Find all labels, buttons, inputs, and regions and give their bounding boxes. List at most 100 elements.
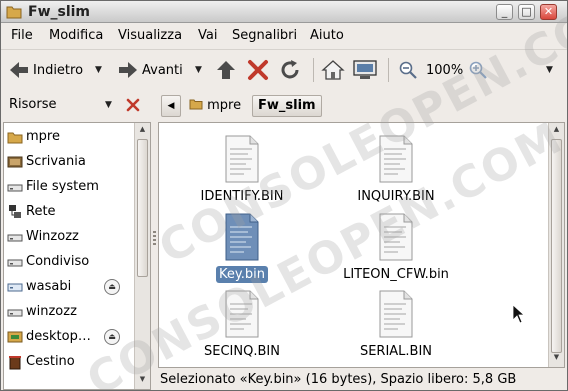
sidebar-item-mpre[interactable]: mpre	[4, 125, 134, 150]
trash-icon	[9, 356, 21, 370]
scroll-up-arrow-icon[interactable]: ▲	[549, 125, 564, 137]
drive-icon	[7, 309, 23, 317]
document-icon	[225, 135, 259, 183]
file-name: SERIAL.BIN	[359, 344, 433, 359]
reload-button[interactable]	[279, 56, 301, 84]
home-folder-icon	[189, 99, 203, 110]
sidebar-scrollbar[interactable]: ▲ ▼	[134, 123, 150, 389]
file-name: IDENTIFY.BIN	[200, 189, 284, 204]
sidebar-item-condiviso[interactable]: Condiviso	[4, 250, 134, 275]
document-icon	[379, 213, 413, 261]
toolbar-separator	[388, 58, 389, 82]
back-button[interactable]: Indietro	[8, 56, 83, 84]
back-history-dropdown[interactable]: ▼	[95, 56, 102, 84]
sidebar-item-scrivania[interactable]: Scrivania	[4, 150, 134, 175]
sidebar-item-cestino[interactable]: Cestino	[4, 350, 134, 375]
file-view-scrollbar[interactable]: ▲ ▼	[548, 123, 564, 367]
forward-history-dropdown[interactable]: ▼	[195, 56, 202, 84]
close-sidebar-icon[interactable]	[125, 97, 141, 113]
scroll-down-arrow-icon[interactable]: ▼	[549, 353, 564, 365]
document-icon	[379, 135, 413, 183]
path-scroll-left-button[interactable]: ◀	[161, 95, 181, 117]
eject-icon[interactable]: ⏏	[104, 329, 120, 345]
sidebar-item-winzozz[interactable]: Winzozz	[4, 225, 134, 250]
file-item[interactable]: LITEON_CFW.bin	[331, 213, 461, 287]
menubar: File Modifica Visualizza Vai Segnalibri …	[1, 24, 567, 48]
forward-label: Avanti	[142, 62, 183, 78]
back-arrow-icon	[10, 62, 28, 78]
window-title: Fw_slim	[28, 4, 91, 20]
file-view-scroll-thumb[interactable]	[551, 139, 562, 353]
file-item[interactable]: SERIAL.BIN	[331, 290, 461, 364]
sidebar-item-file-system[interactable]: File system	[4, 175, 134, 200]
sidebar-scroll-thumb[interactable]	[137, 139, 148, 277]
sidebar-item-wasabi[interactable]: wasabi ⏏	[4, 275, 134, 300]
toolbar-overflow-dropdown[interactable]: ▼	[546, 56, 553, 84]
status-bar: Selezionato «Key.bin» (16 bytes), Spazio…	[160, 372, 517, 387]
home-folder-icon	[7, 132, 23, 144]
document-icon	[225, 213, 259, 261]
network-icon	[9, 205, 21, 218]
media-icon	[7, 331, 23, 343]
up-button[interactable]	[215, 56, 237, 84]
stop-icon	[248, 60, 268, 80]
drive-icon	[7, 259, 23, 267]
sidebar-item-desktop[interactable]: desktop… ⏏	[4, 325, 134, 350]
drive-icon	[7, 234, 23, 242]
menu-aiuto[interactable]: Aiuto	[310, 28, 344, 43]
file-name: Key.bin	[177, 266, 307, 283]
scroll-down-arrow-icon[interactable]: ▼	[135, 375, 150, 387]
menu-modifica[interactable]: Modifica	[49, 28, 103, 43]
home-button[interactable]	[321, 56, 345, 84]
document-icon	[225, 290, 259, 338]
menu-visualizza[interactable]: Visualizza	[118, 28, 182, 43]
sidebar-item-label: desktop…	[26, 329, 91, 344]
path-crumb-fw-slim[interactable]: Fw_slim	[252, 95, 322, 117]
close-window-button[interactable]: ✕	[540, 4, 557, 20]
drive-icon	[7, 184, 23, 192]
sidebar-item-winzozz-2[interactable]: winzozz	[4, 300, 134, 325]
back-label: Indietro	[33, 62, 84, 78]
zoom-in-button[interactable]	[468, 56, 488, 84]
path-bar: ◀ mpre Fw_slim	[159, 93, 565, 119]
desktop-icon	[7, 156, 23, 168]
zoom-out-icon	[399, 61, 417, 79]
forward-button[interactable]: Avanti	[117, 56, 183, 84]
menu-vai[interactable]: Vai	[198, 28, 217, 43]
file-name: SECINQ.BIN	[204, 344, 280, 359]
network-drive-icon	[7, 283, 23, 292]
file-item[interactable]: SECINQ.BIN	[177, 290, 307, 364]
sidebar-item-label: winzozz	[26, 304, 77, 319]
file-item[interactable]: IDENTIFY.BIN	[177, 135, 307, 209]
toolbar: Indietro ▼ Avanti ▼ 100% ▼	[1, 49, 567, 89]
scroll-up-arrow-icon[interactable]: ▲	[135, 125, 150, 137]
title-bar[interactable]: Fw_slim _ □ ✕	[1, 1, 567, 23]
toolbar-separator	[313, 58, 314, 82]
computer-button[interactable]	[352, 56, 378, 84]
menu-file[interactable]: File	[11, 28, 33, 43]
zoom-out-button[interactable]	[398, 56, 418, 84]
sidebar-item-label: Rete	[26, 204, 56, 219]
maximize-button[interactable]: □	[518, 4, 535, 20]
file-item[interactable]: INQUIRY.BIN	[331, 135, 461, 209]
minimize-button[interactable]: _	[496, 4, 513, 20]
reload-icon	[281, 60, 299, 79]
file-name: INQUIRY.BIN	[357, 189, 435, 204]
sidebar-mode-label[interactable]: Risorse	[9, 97, 57, 112]
stop-button[interactable]	[247, 56, 269, 84]
folder-icon	[6, 6, 22, 19]
forward-arrow-icon	[119, 62, 137, 78]
file-item-selected[interactable]: Key.bin	[177, 213, 307, 287]
zoom-level[interactable]: 100%	[426, 56, 463, 84]
places-sidebar: mpre Scrivania File system Rete Winzozz …	[3, 122, 151, 390]
path-crumb-label: mpre	[207, 98, 242, 113]
path-crumb-mpre[interactable]: mpre	[183, 95, 247, 117]
eject-icon[interactable]: ⏏	[104, 279, 120, 295]
sidebar-mode-dropdown[interactable]: ▼	[105, 100, 112, 110]
sidebar-item-rete[interactable]: Rete	[4, 200, 134, 225]
pane-resize-handle[interactable]	[153, 231, 156, 245]
document-icon	[379, 290, 413, 338]
file-manager-window: Fw_slim _ □ ✕ File Modifica Visualizza V…	[0, 0, 568, 391]
menu-segnalibri[interactable]: Segnalibri	[232, 28, 297, 43]
home-icon	[321, 60, 345, 80]
